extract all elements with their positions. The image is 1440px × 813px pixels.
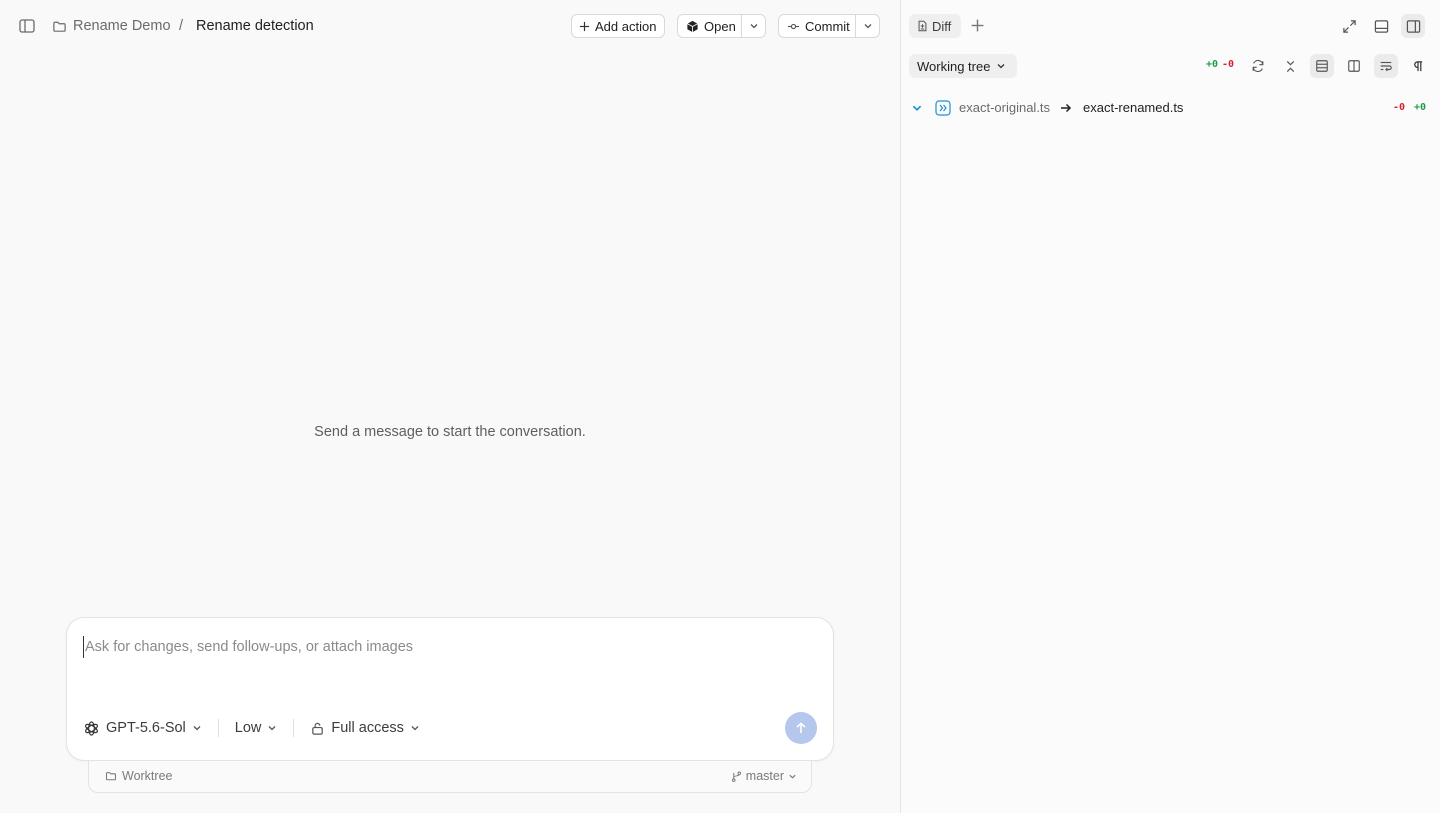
composer-controls: GPT-5.6-Sol Low Full access xyxy=(83,716,420,740)
commit-button[interactable]: Commit xyxy=(779,15,850,37)
diff-file-icon xyxy=(917,20,928,32)
cube-icon xyxy=(686,20,699,33)
empty-conversation-message: Send a message to start the conversation… xyxy=(314,424,586,440)
model-selector[interactable]: GPT-5.6-Sol xyxy=(83,720,202,737)
folder-icon xyxy=(52,19,67,34)
folder-icon xyxy=(105,770,117,782)
chevron-down-icon xyxy=(192,723,202,733)
add-action-button[interactable]: Add action xyxy=(571,14,665,38)
lock-icon xyxy=(310,721,325,736)
commit-button-group: Commit xyxy=(778,14,880,38)
unified-view-icon[interactable] xyxy=(1310,54,1334,78)
wrap-icon[interactable] xyxy=(1374,54,1398,78)
diff-source-selector[interactable]: Working tree xyxy=(909,54,1017,78)
worktree-label: Worktree xyxy=(122,769,173,783)
access-selector[interactable]: Full access xyxy=(310,720,420,736)
rename-icon xyxy=(935,100,951,116)
arrow-up-icon xyxy=(795,722,807,734)
arrow-right-icon xyxy=(1060,102,1072,114)
breadcrumb-project-label: Rename Demo xyxy=(73,18,171,34)
collapse-icon[interactable] xyxy=(1278,54,1302,78)
file-added: +0 xyxy=(1414,102,1427,113)
chat-pane: Rename Demo / Rename detection Add actio… xyxy=(0,0,900,813)
branch-label: master xyxy=(745,769,784,783)
open-label: Open xyxy=(704,18,736,34)
branch-selector[interactable]: master xyxy=(731,769,797,783)
plus-icon[interactable] xyxy=(970,18,985,33)
total-added: +0 xyxy=(1206,59,1219,70)
panel-bottom-icon[interactable] xyxy=(1369,14,1393,38)
chevron-down-icon xyxy=(863,21,873,31)
add-action-label: Add action xyxy=(595,18,657,34)
composer-footer: Worktree master xyxy=(88,761,812,793)
message-input[interactable] xyxy=(83,636,783,658)
sidebar-toggle-icon[interactable] xyxy=(18,17,36,35)
chevron-down-icon xyxy=(267,723,277,733)
open-button-group: Open xyxy=(677,14,766,38)
plus-icon xyxy=(579,21,590,32)
chevron-down-icon xyxy=(788,772,797,781)
divider xyxy=(217,719,219,737)
chevron-down-icon xyxy=(996,61,1006,71)
diff-pane xyxy=(900,0,1440,813)
old-file-name: exact-original.ts xyxy=(959,100,1051,115)
total-removed: -0 xyxy=(1222,59,1235,70)
chevron-down-icon[interactable] xyxy=(911,102,923,114)
model-label: GPT-5.6-Sol xyxy=(106,720,186,736)
open-button[interactable]: Open xyxy=(678,15,736,37)
effort-label: Low xyxy=(234,720,262,736)
divider xyxy=(293,719,295,737)
chevron-down-icon xyxy=(749,21,759,31)
effort-selector[interactable]: Low xyxy=(235,720,278,736)
pilcrow-icon[interactable] xyxy=(1406,54,1430,78)
diff-file-row[interactable]: exact-original.ts exact-renamed.ts -0 +0 xyxy=(901,96,1440,120)
diff-source-label: Working tree xyxy=(917,58,991,74)
worktree-selector[interactable]: Worktree xyxy=(105,769,172,783)
chevron-down-icon xyxy=(410,723,420,733)
send-button[interactable] xyxy=(785,712,817,744)
page-title: Rename detection xyxy=(196,18,314,34)
composer: GPT-5.6-Sol Low Full access xyxy=(66,617,834,761)
openai-icon xyxy=(83,720,100,737)
tab-diff[interactable]: Diff xyxy=(909,14,961,38)
commit-icon xyxy=(787,20,800,33)
split-view-icon[interactable] xyxy=(1342,54,1366,78)
panel-right-icon[interactable] xyxy=(1401,14,1425,38)
tab-diff-label: Diff xyxy=(932,18,952,34)
new-file-name: exact-renamed.ts xyxy=(1083,100,1184,115)
access-label: Full access xyxy=(331,720,404,736)
git-branch-icon xyxy=(731,771,742,782)
commit-label: Commit xyxy=(805,18,850,34)
commit-options-button[interactable] xyxy=(855,15,879,37)
chat-header: Rename Demo / Rename detection Add actio… xyxy=(0,0,900,52)
expand-icon[interactable] xyxy=(1337,14,1361,38)
breadcrumb-project[interactable]: Rename Demo xyxy=(52,16,171,36)
file-removed: -0 xyxy=(1393,102,1406,113)
breadcrumb-separator: / xyxy=(179,18,184,34)
open-options-button[interactable] xyxy=(741,15,765,37)
refresh-icon[interactable] xyxy=(1246,54,1270,78)
